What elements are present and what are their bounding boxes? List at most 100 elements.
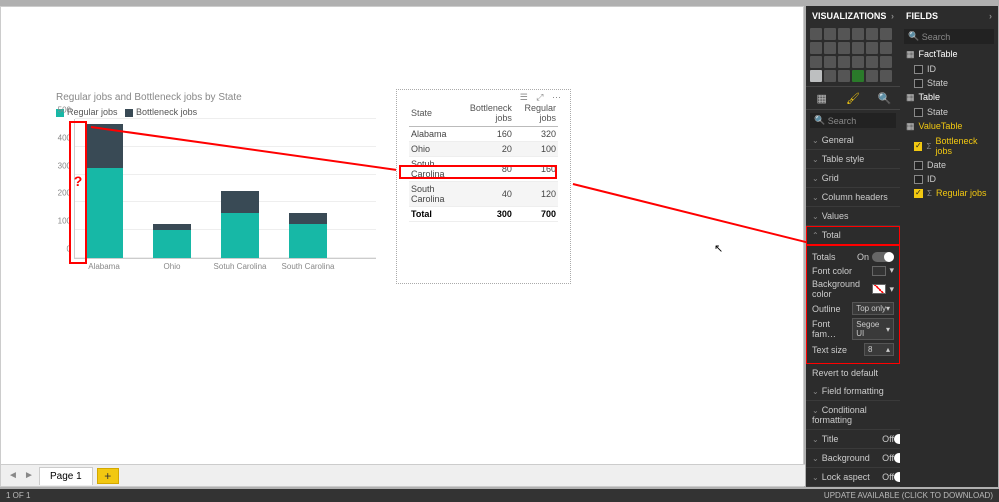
search-placeholder: Search: [828, 116, 857, 126]
section-conditional-formatting[interactable]: ⌄Conditional formatting: [806, 401, 900, 430]
format-tab-icon[interactable]: 🖌: [846, 91, 860, 105]
field-table-header[interactable]: ▦ValueTable: [900, 119, 998, 134]
page-next-icon[interactable]: ►: [23, 470, 35, 482]
section-values[interactable]: ⌄Values: [806, 207, 900, 226]
field-checkbox[interactable]: [914, 65, 923, 74]
analytics-tab-icon[interactable]: 🔍: [877, 91, 891, 105]
chart-title: Regular jobs and Bottleneck jobs by Stat…: [56, 92, 376, 103]
table-header[interactable]: Regular jobs: [514, 100, 558, 127]
bar-segment[interactable]: [289, 224, 327, 258]
font-family-dropdown[interactable]: Segoe UI▾: [852, 318, 894, 340]
table-row[interactable]: Alabama160320: [409, 127, 558, 142]
field-item[interactable]: Date: [900, 158, 998, 172]
bar-segment[interactable]: [153, 230, 191, 258]
off-label: Off: [882, 472, 894, 482]
section-background[interactable]: ⌄BackgroundOff: [806, 449, 900, 468]
status-update-link[interactable]: UPDATE AVAILABLE (CLICK TO DOWNLOAD): [824, 491, 993, 500]
page-add-button[interactable]: +: [97, 468, 119, 484]
field-item[interactable]: ΣRegular jobs: [900, 186, 998, 200]
section-general[interactable]: ⌄General: [806, 131, 900, 150]
data-table: StateBottleneck jobsRegular jobs Alabama…: [409, 100, 558, 222]
field-checkbox[interactable]: [914, 189, 923, 198]
font-family-value: Segoe UI: [856, 320, 886, 338]
page-tab-1[interactable]: Page 1: [39, 467, 93, 485]
bar-segment[interactable]: [289, 213, 327, 224]
section-label: Lock aspect: [822, 472, 870, 482]
bar-segment[interactable]: [221, 191, 259, 213]
section-label: Grid: [822, 173, 839, 183]
section-label: Conditional formatting: [812, 405, 867, 425]
dropdown-icon[interactable]: ▾: [889, 265, 894, 276]
legend-label-regular: Regular jobs: [67, 107, 118, 117]
text-size-label: Text size: [812, 345, 847, 355]
text-size-value: 8: [868, 345, 872, 354]
outline-dropdown[interactable]: Top only▾: [852, 302, 894, 315]
table-visual[interactable]: ☰ ⤢ ⋯ StateBottleneck jobsRegular jobs A…: [396, 89, 571, 284]
dropdown-icon[interactable]: ▾: [889, 284, 894, 295]
table-row[interactable]: South Carolina40120: [409, 182, 558, 207]
x-axis-label: Ohio: [164, 262, 181, 271]
format-search-input[interactable]: 🔍 Search: [810, 113, 896, 128]
status-bar: 1 OF 1 UPDATE AVAILABLE (CLICK TO DOWNLO…: [0, 489, 999, 502]
section-total[interactable]: ⌃Total: [806, 226, 900, 245]
chart-legend: Regular jobs Bottleneck jobs: [56, 107, 376, 117]
fields-search-input[interactable]: 🔍 Search: [904, 29, 994, 44]
page-prev-icon[interactable]: ◄: [7, 470, 19, 482]
panel-collapse-icon[interactable]: ›: [891, 11, 894, 21]
chart-plot-area: 0100200300400500AlabamaOhioSotuh Carolin…: [74, 119, 376, 259]
field-item[interactable]: ID: [900, 62, 998, 76]
legend-label-bottleneck: Bottleneck jobs: [136, 107, 197, 117]
field-table-header[interactable]: ▦Table: [900, 90, 998, 105]
field-checkbox[interactable]: [914, 79, 923, 88]
field-item[interactable]: State: [900, 105, 998, 119]
field-checkbox[interactable]: [914, 175, 923, 184]
table-row[interactable]: Ohio20100: [409, 142, 558, 157]
field-item[interactable]: ΣBottleneck jobs: [900, 134, 998, 158]
x-axis-label: South Carolina: [282, 262, 335, 271]
section-table-style[interactable]: ⌄Table style: [806, 150, 900, 169]
visual-header-icons[interactable]: ☰ ⤢ ⋯: [520, 92, 564, 103]
off-label: Off: [882, 434, 894, 444]
table-header[interactable]: State: [409, 100, 459, 127]
bar-segment[interactable]: [85, 168, 123, 258]
field-item[interactable]: State: [900, 76, 998, 90]
field-label: State: [927, 107, 948, 117]
section-column-headers[interactable]: ⌄Column headers: [806, 188, 900, 207]
section-label: Values: [822, 211, 849, 221]
visualization-type-gallery[interactable]: [806, 26, 900, 84]
font-color-swatch[interactable]: [872, 266, 886, 276]
field-item[interactable]: ID: [900, 172, 998, 186]
section-field-formatting[interactable]: ⌄Field formatting: [806, 382, 900, 401]
field-label: ID: [927, 64, 936, 74]
report-canvas[interactable]: Regular jobs and Bottleneck jobs by Stat…: [0, 6, 804, 487]
format-analytics-tabs: ▦ 🖌 🔍: [806, 86, 900, 110]
fields-tab-icon[interactable]: ▦: [815, 91, 829, 105]
table-header[interactable]: Bottleneck jobs: [459, 100, 514, 127]
totals-toggle[interactable]: [872, 252, 894, 262]
text-size-input[interactable]: 8 ▴: [864, 343, 894, 356]
field-checkbox[interactable]: [914, 108, 923, 117]
field-label: Date: [927, 160, 946, 170]
outline-label: Outline: [812, 304, 841, 314]
section-label: Background: [822, 453, 870, 463]
section-grid[interactable]: ⌄Grid: [806, 169, 900, 188]
revert-to-default-link[interactable]: Revert to default: [806, 364, 900, 382]
annotation-arrow-2: [573, 183, 833, 249]
x-axis-label: Alabama: [88, 262, 120, 271]
status-page-indicator: 1 OF 1: [6, 491, 30, 500]
panel-collapse-icon[interactable]: ›: [989, 11, 992, 21]
bar-segment[interactable]: [153, 224, 191, 230]
totals-label: Totals: [812, 252, 836, 262]
x-axis-label: Sotuh Carolina: [214, 262, 267, 271]
stacked-bar-chart[interactable]: Regular jobs and Bottleneck jobs by Stat…: [56, 92, 376, 292]
annotation-total-row-box: [399, 165, 557, 179]
field-checkbox[interactable]: [914, 161, 923, 170]
fields-panel-title: FIELDS: [906, 11, 938, 21]
section-title[interactable]: ⌄TitleOff: [806, 430, 900, 449]
section-label: Title: [822, 434, 839, 444]
visualizations-panel-title: VISUALIZATIONS: [812, 11, 886, 21]
field-checkbox[interactable]: [914, 142, 922, 151]
section-lock-aspect[interactable]: ⌄Lock aspectOff: [806, 468, 900, 487]
field-table-header[interactable]: ▦FactTable: [900, 47, 998, 62]
bar-segment[interactable]: [221, 213, 259, 258]
